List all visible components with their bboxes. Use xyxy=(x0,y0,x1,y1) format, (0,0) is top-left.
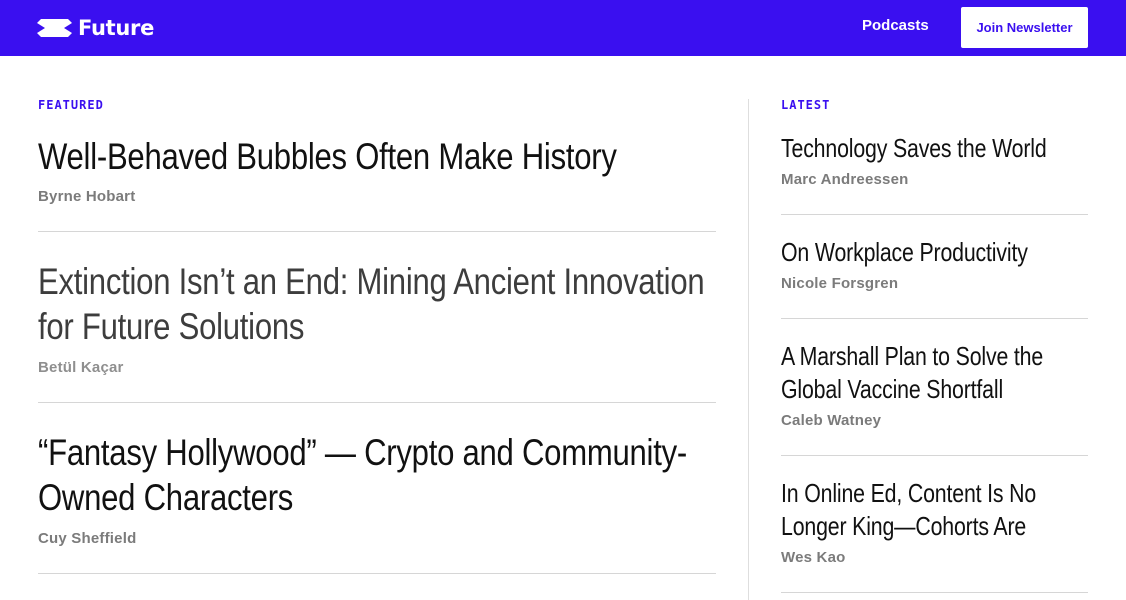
divider xyxy=(38,402,716,403)
latest-article-title[interactable]: On Workplace Productivity xyxy=(781,236,1086,269)
column-divider xyxy=(748,99,749,600)
latest-article-title[interactable]: A Marshall Plan to Solve the Global Vacc… xyxy=(781,340,1086,406)
latest-article-author: Wes Kao xyxy=(781,549,846,566)
latest-article-author: Nicole Forsgren xyxy=(781,275,899,292)
top-navigation-bar: Future Podcasts Join Newsletter xyxy=(0,0,1126,56)
featured-article-title[interactable]: Well-Behaved Bubbles Often Make History xyxy=(38,134,718,179)
divider xyxy=(38,573,716,574)
latest-label: LATEST xyxy=(781,98,831,112)
divider xyxy=(781,318,1088,319)
featured-article-author: Betül Kaçar xyxy=(38,359,124,376)
join-newsletter-button[interactable]: Join Newsletter xyxy=(961,7,1088,48)
logo-link[interactable]: Future xyxy=(37,15,154,41)
divider xyxy=(781,592,1088,593)
featured-article-author: Cuy Sheffield xyxy=(38,530,137,547)
divider xyxy=(781,214,1088,215)
featured-article-title[interactable]: Extinction Isn’t an End: Mining Ancient … xyxy=(38,259,718,349)
latest-article-title[interactable]: Technology Saves the World xyxy=(781,132,1086,165)
divider xyxy=(38,231,716,232)
featured-article-author: Byrne Hobart xyxy=(38,188,136,205)
featured-label: FEATURED xyxy=(38,98,104,112)
latest-article-author: Caleb Watney xyxy=(781,412,882,429)
nav-podcasts-link[interactable]: Podcasts xyxy=(862,17,929,34)
logo-text: Future xyxy=(78,16,155,40)
featured-article-title[interactable]: “Fantasy Hollywood” — Crypto and Communi… xyxy=(38,430,718,520)
divider xyxy=(781,455,1088,456)
future-logo-icon xyxy=(37,19,72,37)
latest-article-title[interactable]: In Online Ed, Content Is No Longer King—… xyxy=(781,477,1086,543)
latest-article-author: Marc Andreessen xyxy=(781,171,909,188)
